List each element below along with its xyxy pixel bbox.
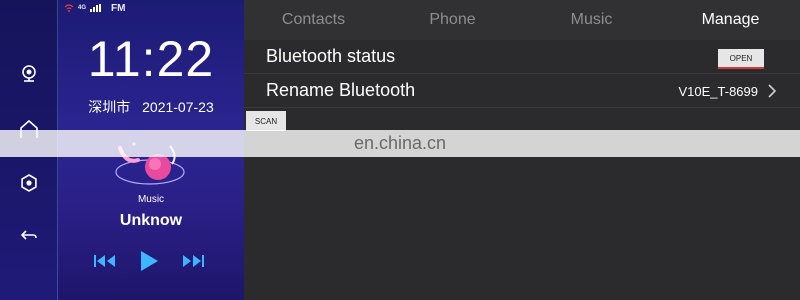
track-title: Unknow xyxy=(119,212,183,229)
bluetooth-status-row: Bluetooth status OPEN xyxy=(244,40,800,74)
tab-bar: Contacts Phone Music Manage xyxy=(244,0,800,40)
camera-icon[interactable] xyxy=(14,58,44,88)
watermark-text: en.china.cn xyxy=(353,133,447,153)
rename-bluetooth-label: Rename Bluetooth xyxy=(266,80,416,100)
device-name-value: V10E_T-8699 xyxy=(678,84,758,99)
rename-bluetooth-row[interactable]: Rename Bluetooth V10E_T-8699 xyxy=(244,74,800,108)
tab-phone[interactable]: Phone xyxy=(383,0,522,40)
location-label: 深圳市 xyxy=(88,99,131,115)
clock-time: 11:22 xyxy=(87,31,215,87)
tab-manage[interactable]: Manage xyxy=(661,0,800,40)
tab-music[interactable]: Music xyxy=(522,0,661,40)
next-icon[interactable] xyxy=(182,255,204,267)
back-icon[interactable] xyxy=(14,220,44,250)
tab-contacts[interactable]: Contacts xyxy=(244,0,383,40)
radio-label: FM xyxy=(111,2,126,14)
play-icon[interactable] xyxy=(139,250,159,272)
wifi-icon xyxy=(64,4,74,12)
signal-bars-icon xyxy=(90,4,102,12)
open-button[interactable]: OPEN xyxy=(718,49,764,69)
chevron-right-icon xyxy=(768,84,777,103)
settings-icon[interactable] xyxy=(14,168,44,198)
status-bar: 4G FM xyxy=(64,1,125,15)
scan-button[interactable]: SCAN xyxy=(246,111,286,131)
location-date: 深圳市 2021-07-23 xyxy=(58,97,244,117)
bluetooth-status-label: Bluetooth status xyxy=(266,46,396,66)
music-label: Music xyxy=(137,194,165,205)
signal-type-label: 4G xyxy=(78,5,87,11)
playback-controls xyxy=(94,250,204,272)
previous-icon[interactable] xyxy=(94,255,116,267)
date-label: 2021-07-23 xyxy=(142,99,214,115)
